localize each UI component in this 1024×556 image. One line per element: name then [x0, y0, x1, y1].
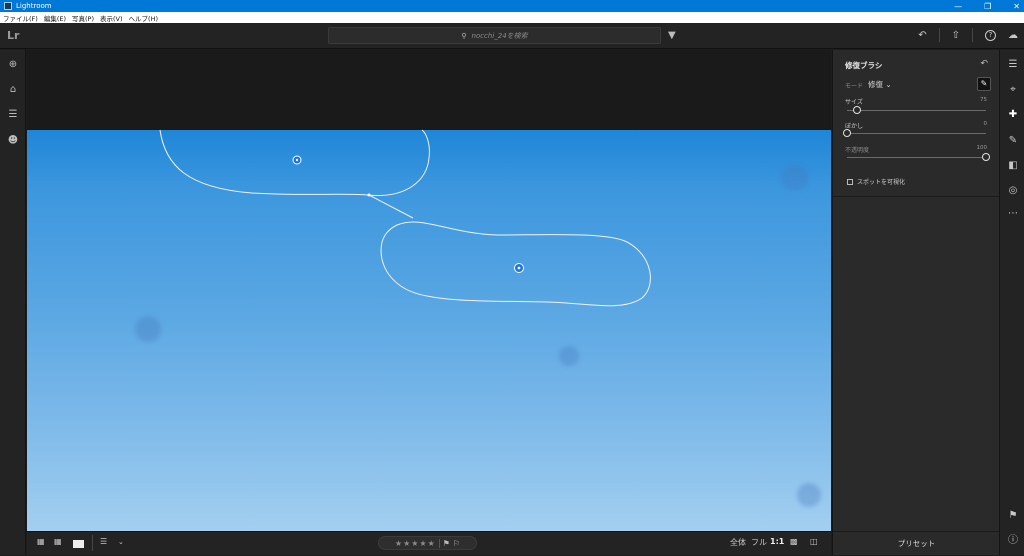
- opacity-value[interactable]: 100: [977, 145, 988, 151]
- size-label: サイズ: [845, 99, 863, 106]
- menu-photo[interactable]: 写真(P): [72, 13, 94, 23]
- healing-brush-icon[interactable]: ✚: [1006, 108, 1020, 122]
- divider: [972, 28, 973, 42]
- healing-brush-section: 修復ブラシ ↶ モード 修復 ⌄ ✎ サイズ 75 ぼかし 0 不透明度 100…: [833, 50, 1000, 197]
- reset-icon[interactable]: ↶: [980, 59, 988, 69]
- panel-title: 修復ブラシ: [845, 61, 883, 70]
- opacity-label: 不透明度: [845, 147, 870, 154]
- healing-panel: 修復ブラシ ↶ モード 修復 ⌄ ✎ サイズ 75 ぼかし 0 不透明度 100…: [832, 50, 1000, 555]
- lr-logo[interactable]: Lr: [7, 29, 19, 42]
- menu-view[interactable]: 表示(V): [100, 13, 123, 23]
- right-toolstrip: ☰ ⌖ ✚ ✎ ◧ ◎ ⋯ ⚑ ⓘ: [999, 50, 1024, 555]
- grid-large-icon[interactable]: ▦: [54, 537, 62, 546]
- checkbox-label: スポットを可視化: [857, 179, 906, 186]
- search-icon: ⚲: [461, 31, 467, 40]
- target-pin[interactable]: [514, 263, 524, 273]
- connector-line: [368, 194, 414, 219]
- menu-bar: ファイル(F) 編集(E) 写真(P) 表示(V) ヘルプ(H): [0, 12, 1024, 23]
- divider: [438, 538, 440, 548]
- top-toolbar: Lr ⚲ nocchi_24を検索 ▼ ↶ ⇧ ? ☁: [0, 23, 1024, 49]
- healing-overlay: [159, 129, 651, 307]
- feather-value[interactable]: 0: [984, 121, 988, 127]
- library-icon[interactable]: ☰: [6, 108, 20, 122]
- before-after-icon[interactable]: ◫: [810, 537, 818, 546]
- search-box[interactable]: ⚲ nocchi_24を検索: [328, 27, 661, 44]
- feather-slider[interactable]: [843, 129, 986, 137]
- menu-help[interactable]: ヘルプ(H): [129, 13, 158, 23]
- sort-dropdown-icon[interactable]: ⌄: [118, 538, 124, 546]
- window-titlebar: Lightroom — ❐ ✕: [0, 0, 1024, 12]
- presets-button[interactable]: プリセット: [833, 531, 1000, 555]
- mode-value: 修復: [868, 80, 883, 89]
- mode-label: モード: [845, 83, 864, 90]
- top-right-tools: ↶ ⇧ ? ☁: [918, 28, 1018, 42]
- divider: [92, 535, 93, 551]
- window-title: Lightroom: [16, 2, 52, 10]
- lightroom-app-icon: [4, 2, 12, 10]
- divider: [938, 28, 940, 42]
- bottom-toolbar: ▦ ▦ ☰ ⌄ ★★★★★ ⚑ ⚐ 全体 フル 1:1 ▩ ◫: [27, 531, 831, 555]
- checkbox-box[interactable]: [847, 178, 853, 185]
- maximize-icon[interactable]: ❐: [984, 2, 991, 11]
- visualize-spots-checkbox[interactable]: スポットを可視化: [847, 177, 905, 186]
- help-icon[interactable]: ?: [985, 29, 996, 41]
- menu-file[interactable]: ファイル(F): [3, 13, 38, 23]
- radial-icon[interactable]: ◎: [1006, 184, 1020, 198]
- ratio-label[interactable]: 1:1: [770, 537, 784, 546]
- fit-label[interactable]: 全体: [730, 537, 746, 548]
- single-view-icon[interactable]: [73, 540, 84, 548]
- window-controls: — ❐ ✕: [954, 0, 1020, 12]
- search-placeholder: nocchi_24を検索: [471, 31, 528, 40]
- add-photos-icon[interactable]: ⊕: [6, 58, 20, 72]
- home-icon[interactable]: ⌂: [6, 83, 20, 97]
- menu-edit[interactable]: 編集(E): [44, 13, 66, 23]
- reject-flag-icon[interactable]: ⚐: [453, 539, 460, 548]
- source-pin[interactable]: [292, 155, 302, 165]
- target-spot-outline[interactable]: [380, 221, 651, 307]
- edit-sliders-icon[interactable]: ☰: [1006, 58, 1020, 72]
- tag-icon[interactable]: ⚑: [1006, 509, 1020, 523]
- fill-label[interactable]: フル: [751, 537, 767, 548]
- left-sidebar: ⊕ ⌂ ☰ ☻: [0, 50, 26, 555]
- photo-viewer[interactable]: [27, 50, 831, 531]
- info-icon[interactable]: ⓘ: [1006, 534, 1020, 548]
- cloud-sync-icon[interactable]: ☁: [1008, 30, 1018, 41]
- chevron-down-icon: ⌄: [885, 80, 892, 89]
- crop-icon[interactable]: ⌖: [1006, 83, 1020, 97]
- mode-dropdown[interactable]: 修復 ⌄: [868, 79, 892, 90]
- filter-icon[interactable]: ▼: [668, 30, 676, 41]
- compare-icon[interactable]: ▩: [790, 537, 798, 546]
- grid-small-icon[interactable]: ▦: [37, 537, 45, 546]
- feather-slider-thumb[interactable]: [843, 129, 851, 137]
- gradient-icon[interactable]: ◧: [1006, 159, 1020, 173]
- undo-icon[interactable]: ↶: [918, 30, 926, 41]
- size-value[interactable]: 75: [980, 97, 987, 103]
- connector-dot: [367, 193, 371, 197]
- star-rating[interactable]: ★★★★★: [395, 539, 436, 548]
- sort-icon[interactable]: ☰: [100, 537, 107, 546]
- brush-tool-icon[interactable]: ✎: [977, 77, 991, 91]
- rating-flag-bar: ★★★★★ ⚑ ⚐: [378, 536, 477, 550]
- more-icon[interactable]: ⋯: [1006, 207, 1020, 221]
- minimize-icon[interactable]: —: [954, 2, 962, 11]
- size-slider[interactable]: [847, 106, 986, 114]
- close-icon[interactable]: ✕: [1013, 2, 1020, 11]
- opacity-slider-thumb[interactable]: [982, 153, 990, 161]
- people-icon[interactable]: ☻: [6, 134, 20, 148]
- opacity-slider[interactable]: [847, 153, 990, 161]
- share-icon[interactable]: ⇧: [952, 30, 960, 41]
- pick-flag-icon[interactable]: ⚑: [443, 539, 450, 548]
- size-slider-thumb[interactable]: [852, 106, 861, 114]
- brush-icon[interactable]: ✎: [1006, 134, 1020, 148]
